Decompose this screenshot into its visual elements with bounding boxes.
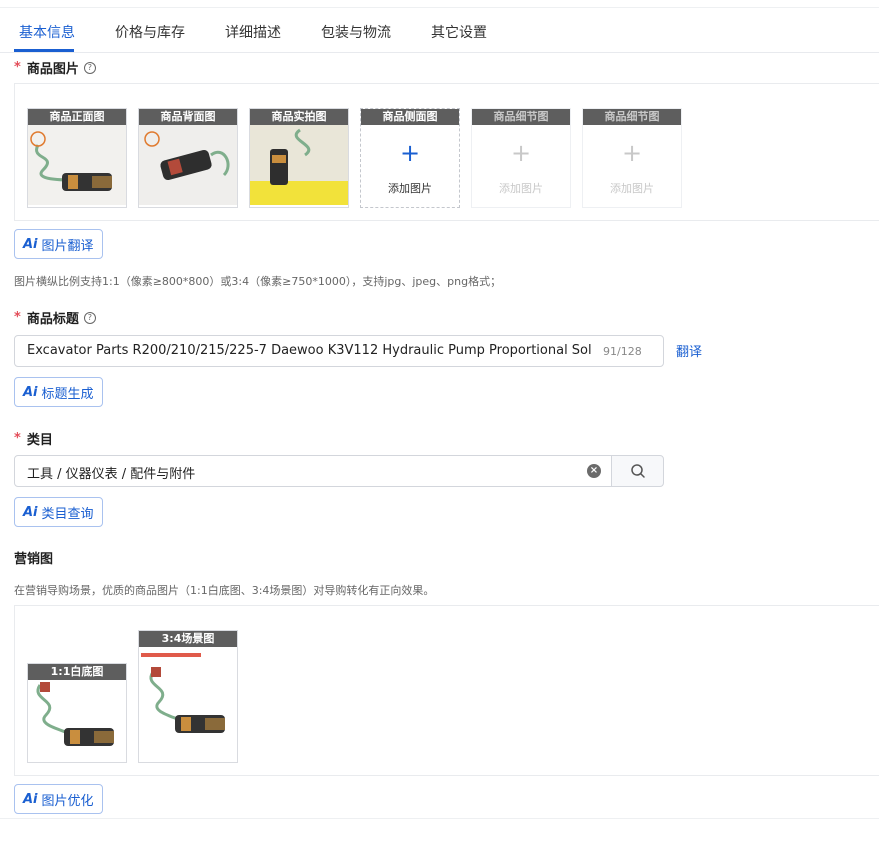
image-slot-front[interactable]: 商品正面图 <box>27 108 127 208</box>
category-heading: * 类目 <box>14 431 53 448</box>
slot-label: 1:1白底图 <box>28 664 126 680</box>
image-format-hint: 图片横纵比例支持1:1（像素≥800*800）或3:4（像素≥750*1000）… <box>14 275 502 288</box>
category-query-button[interactable]: Ai 类目查询 <box>14 497 103 527</box>
image-slot-detail-2: 商品细节图 + 添加图片 <box>582 108 682 208</box>
image-slot-back[interactable]: 商品背面图 <box>138 108 238 208</box>
slot-label: 商品实拍图 <box>250 109 348 125</box>
product-photo <box>139 647 237 761</box>
slot-label: 商品细节图 <box>583 109 681 125</box>
solenoid-photo <box>139 647 237 761</box>
tab-description[interactable]: 详细描述 <box>225 22 281 42</box>
slot-label: 3:4场景图 <box>139 631 237 647</box>
marketing-hint: 在营销导购场景，优质的商品图片（1:1白底图、3:4场景图）对导购转化有正向效果… <box>14 584 435 597</box>
question-circle-icon[interactable]: ? <box>83 61 96 74</box>
divider <box>0 818 879 819</box>
category-search-button[interactable] <box>611 455 664 487</box>
tab-bar: 基本信息 价格与库存 详细描述 包装与物流 其它设置 <box>0 7 879 53</box>
ai-icon: Ai <box>23 384 38 400</box>
product-photo <box>28 125 126 205</box>
slot-label: 商品细节图 <box>472 109 570 125</box>
product-title-value: Excavator Parts R200/210/215/225-7 Daewo… <box>27 343 592 358</box>
add-image-text: 添加图片 <box>499 182 543 195</box>
plus-icon: + <box>621 139 643 167</box>
image-slot-real[interactable]: 商品实拍图 <box>249 108 349 208</box>
question-circle-icon[interactable]: ? <box>83 311 96 324</box>
product-photo <box>250 125 348 205</box>
category-value: 工具 / 仪器仪表 / 配件与附件 <box>27 467 196 482</box>
image-translate-button[interactable]: Ai 图片翻译 <box>14 229 103 259</box>
active-tab-indicator <box>14 49 74 52</box>
ai-icon: Ai <box>23 791 38 807</box>
marketing-slot-white-bg[interactable]: 1:1白底图 <box>27 663 127 763</box>
solenoid-photo <box>28 125 126 205</box>
slot-label: 商品正面图 <box>28 109 126 125</box>
ai-icon: Ai <box>23 504 38 520</box>
product-photo <box>139 125 237 205</box>
image-optimize-button[interactable]: Ai 图片优化 <box>14 784 103 814</box>
marketing-images-heading: 营销图 <box>14 552 54 567</box>
product-title-heading: * 商品标题 ? <box>14 308 96 327</box>
tab-other-settings[interactable]: 其它设置 <box>431 22 487 42</box>
plus-icon[interactable]: + <box>361 141 459 165</box>
tab-price-stock[interactable]: 价格与库存 <box>115 22 185 42</box>
slot-label: 商品侧面图 <box>361 109 459 125</box>
add-image-text: 添加图片 <box>610 182 654 195</box>
image-slot-side[interactable]: 商品侧面图 + 添加图片 <box>360 108 460 208</box>
search-icon <box>631 464 645 478</box>
product-title-input[interactable]: Excavator Parts R200/210/215/225-7 Daewo… <box>14 335 664 367</box>
title-generate-button[interactable]: Ai 标题生成 <box>14 377 103 407</box>
ai-icon: Ai <box>23 236 38 252</box>
tab-basic-info[interactable]: 基本信息 <box>19 22 75 42</box>
tab-packaging-logistics[interactable]: 包装与物流 <box>321 22 391 42</box>
solenoid-photo <box>28 680 126 760</box>
category-input[interactable]: 工具 / 仪器仪表 / 配件与附件 × <box>14 455 612 487</box>
slot-label: 商品背面图 <box>139 109 237 125</box>
char-counter: 91/128 <box>603 345 642 358</box>
clear-circle-icon[interactable]: × <box>587 464 601 478</box>
solenoid-photo <box>250 125 348 205</box>
translate-link[interactable]: 翻译 <box>676 341 702 360</box>
image-slot-detail-1: 商品细节图 + 添加图片 <box>471 108 571 208</box>
add-image-text[interactable]: 添加图片 <box>361 180 459 196</box>
product-images-heading: * 商品图片 ? <box>14 58 96 77</box>
marketing-slot-scene[interactable]: 3:4场景图 <box>138 630 238 763</box>
plus-icon: + <box>510 139 532 167</box>
product-photo <box>28 680 126 760</box>
solenoid-photo <box>139 125 237 205</box>
